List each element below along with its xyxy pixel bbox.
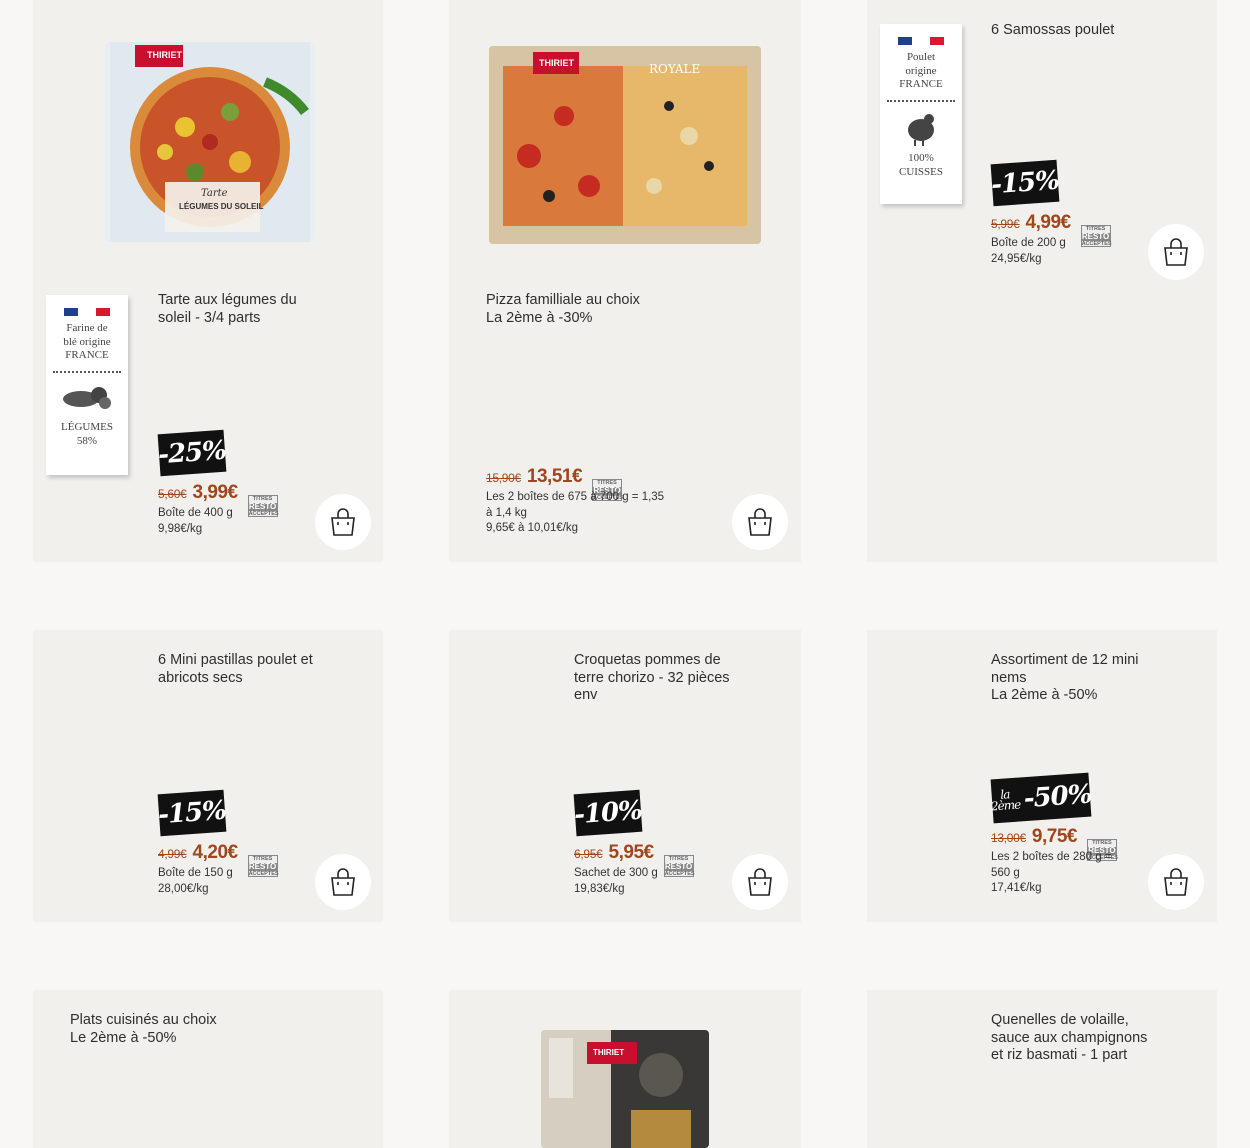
product-title[interactable]: Tarte aux légumes du soleil - 3/4 parts <box>158 292 348 327</box>
brand-logo: THIRIET <box>539 58 574 68</box>
current-price: 4,99€ <box>1025 212 1072 233</box>
product-details: Les 2 boîtes de 675 à 700 g = 1,35 à 1,4… <box>486 491 665 534</box>
origin-text: 100% <box>908 152 934 164</box>
current-price: 4,20€ <box>192 842 239 863</box>
image-caption: LÉGUMES DU SOLEIL <box>179 202 264 211</box>
origin-text: FRANCE <box>899 78 943 90</box>
product-title[interactable]: Quenelles de volaille, sauce aux champig… <box>991 1012 1201 1065</box>
current-price: 5,95€ <box>608 842 655 863</box>
old-price: 4,99€ <box>158 847 187 861</box>
current-price: 13,51€ <box>526 466 583 487</box>
badge-value: -50% <box>1022 779 1093 815</box>
origin-text: LÉGUMES <box>61 421 113 433</box>
pizza-image <box>489 46 761 244</box>
add-to-cart-button[interactable] <box>732 854 788 910</box>
shopping-bag-icon <box>748 868 772 896</box>
shopping-bag-icon <box>748 508 772 536</box>
add-to-cart-button[interactable] <box>1148 854 1204 910</box>
shopping-bag-icon <box>331 508 355 536</box>
product-card[interactable]: THIRIET Tarte LÉGUMES DU SOLEIL Farine d… <box>33 0 383 562</box>
origin-text: 58% <box>76 434 98 447</box>
product-card[interactable]: Croquetas pommes de terre chorizo - 32 p… <box>449 630 801 922</box>
chicken-icon <box>908 113 934 146</box>
current-price: 9,75€ <box>1031 826 1078 847</box>
discount-badge: -25% <box>157 429 227 477</box>
origin-label: Poulet origine FRANCE 100% CUISSES <box>880 24 962 204</box>
origin-text: CUISSES <box>898 165 944 178</box>
product-title[interactable]: Croquetas pommes de terre chorizo - 32 p… <box>574 652 774 705</box>
old-price: 5,60€ <box>158 487 187 501</box>
product-details: Les 2 boîtes de 280 g = 560 g 17,41€/kg <box>991 851 1112 894</box>
product-card[interactable]: 6 Mini pastillas poulet et abricots secs… <box>33 630 383 922</box>
product-details: Sachet de 300 g 19,83€/kg <box>574 867 658 895</box>
brand-logo: THIRIET <box>593 1048 625 1057</box>
product-title[interactable]: Assortiment de 12 mini nems La 2ème à -5… <box>991 652 1191 705</box>
old-price: 13,00€ <box>991 831 1026 845</box>
product-title[interactable]: 6 Samossas poulet <box>991 22 1191 40</box>
product-card[interactable]: Quenelles de volaille, sauce aux champig… <box>867 990 1217 1148</box>
old-price: 15,90€ <box>486 471 521 485</box>
tart-image <box>110 42 310 242</box>
product-card[interactable]: Assortiment de 12 mini nems La 2ème à -5… <box>867 630 1217 922</box>
product-details: Boîte de 200 g 24,95€/kg <box>991 237 1066 265</box>
product-details: Boîte de 150 g 28,00€/kg <box>158 867 233 895</box>
discount-badge: -10% <box>573 789 643 837</box>
origin-text: origine <box>905 64 937 77</box>
product-image[interactable]: THIRIET Tarte LÉGUMES DU SOLEIL <box>105 42 315 242</box>
shopping-bag-icon <box>1164 868 1188 896</box>
product-card[interactable]: THIRIET ROYALE Pizza familliale au choix… <box>449 0 801 562</box>
discount-badge: -15% <box>157 789 227 837</box>
image-caption: Tarte <box>201 188 228 199</box>
add-to-cart-button[interactable] <box>732 494 788 550</box>
badge-prefix: la 2ème <box>990 787 1021 814</box>
origin-text: FRANCE <box>65 349 109 361</box>
brand-logo: THIRIET <box>147 50 182 60</box>
add-to-cart-button[interactable] <box>1148 224 1204 280</box>
shopping-bag-icon <box>1164 238 1188 266</box>
product-image[interactable]: THIRIET <box>541 1030 709 1148</box>
image-caption: ROYALE <box>649 62 701 76</box>
origin-text: blé origine <box>63 335 111 348</box>
origin-label: Farine de blé origine FRANCE LÉGUMES 58% <box>46 295 128 475</box>
discount-badge: -15% <box>990 159 1060 207</box>
product-card[interactable]: Plats cuisinés au choix Le 2ème à -50% <box>33 990 383 1148</box>
meal-box-image <box>541 1030 709 1148</box>
add-to-cart-button[interactable] <box>315 854 371 910</box>
shopping-bag-icon <box>331 868 355 896</box>
origin-text: Poulet <box>906 51 936 63</box>
add-to-cart-button[interactable] <box>315 494 371 550</box>
origin-text: Farine de <box>66 322 108 334</box>
old-price: 5,99€ <box>991 217 1020 231</box>
current-price: 3,99€ <box>192 482 239 503</box>
product-title[interactable]: 6 Mini pastillas poulet et abricots secs <box>158 652 358 687</box>
discount-badge: la 2ème -50% <box>990 772 1093 824</box>
old-price: 6,95€ <box>574 847 603 861</box>
product-card[interactable]: Poulet origine FRANCE 100% CUISSES 6 Sam… <box>867 0 1217 562</box>
product-image[interactable]: THIRIET ROYALE <box>489 46 761 244</box>
vegetables-icon <box>63 386 111 409</box>
product-title[interactable]: Plats cuisinés au choix Le 2ème à -50% <box>70 1012 290 1047</box>
product-title[interactable]: Pizza familliale au choix La 2ème à -30% <box>486 292 726 327</box>
product-details: Boîte de 400 g 9,98€/kg <box>158 507 233 535</box>
product-card[interactable]: THIRIET <box>449 990 801 1148</box>
